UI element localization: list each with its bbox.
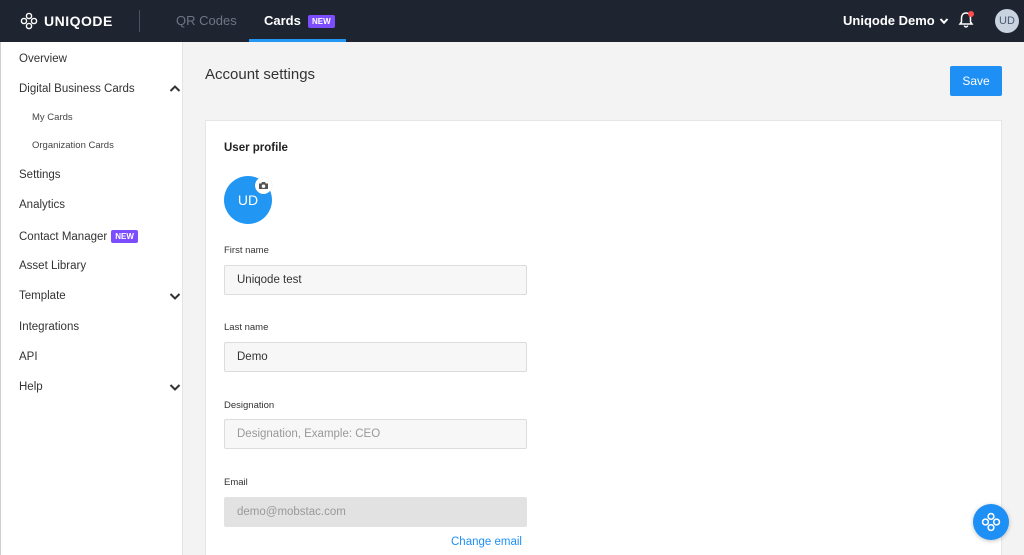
sidebar: Overview Digital Business Cards My Cards… [0, 42, 183, 555]
tab-cards[interactable]: Cards [264, 13, 301, 28]
sidebar-item-template[interactable]: Template [19, 290, 181, 302]
sidebar-item-integrations[interactable]: Integrations [19, 321, 169, 333]
chevron-up-icon [169, 85, 181, 92]
uniqode-logo-icon [981, 512, 1001, 532]
new-badge: NEW [308, 15, 335, 28]
email-label: Email [224, 477, 248, 488]
sidebar-item-overview[interactable]: Overview [19, 53, 169, 65]
active-tab-indicator [249, 39, 346, 42]
sidebar-item-label: Organization Cards [32, 140, 114, 151]
designation-label: Designation [224, 400, 275, 411]
last-name-field[interactable] [224, 342, 527, 372]
new-badge: NEW [111, 230, 138, 243]
profile-card [205, 120, 1002, 555]
sidebar-item-label: Overview [19, 53, 67, 65]
change-email-link[interactable]: Change email [451, 536, 522, 548]
sidebar-item-label: Help [19, 381, 43, 393]
chevron-down-icon [169, 384, 181, 391]
help-chat-button[interactable] [973, 504, 1009, 540]
sidebar-item-digital-business-cards[interactable]: Digital Business Cards [19, 83, 181, 95]
sidebar-item-api[interactable]: API [19, 351, 169, 363]
section-title: User profile [224, 142, 288, 154]
email-field [224, 497, 527, 527]
uniqode-logo-icon [20, 12, 38, 30]
sidebar-item-asset-library[interactable]: Asset Library [19, 260, 169, 272]
sidebar-item-label: My Cards [32, 112, 73, 123]
chevron-down-icon [939, 17, 948, 24]
tab-qr-codes[interactable]: QR Codes [176, 13, 237, 28]
sidebar-item-contact-manager[interactable]: Contact Manager NEW [19, 230, 169, 243]
avatar[interactable]: UD [995, 9, 1019, 33]
sidebar-item-settings[interactable]: Settings [19, 169, 169, 181]
camera-icon[interactable] [255, 177, 272, 194]
divider [139, 10, 140, 32]
chevron-down-icon [169, 293, 181, 300]
sidebar-item-label: Analytics [19, 199, 66, 211]
sidebar-item-label: Contact Manager [19, 230, 108, 243]
save-button[interactable]: Save [950, 66, 1002, 96]
user-menu-label: Uniqode Demo [843, 13, 935, 28]
sidebar-item-label: Asset Library [19, 260, 87, 272]
sidebar-item-label: Integrations [19, 321, 80, 333]
first-name-field[interactable] [224, 265, 527, 295]
sidebar-item-label: Template [19, 290, 66, 302]
top-navigation-bar: UNIQODE QR Codes Cards NEW Uniqode Demo … [0, 0, 1024, 42]
notification-dot [968, 11, 974, 17]
sidebar-item-my-cards[interactable]: My Cards [32, 112, 182, 123]
brand-name: UNIQODE [44, 13, 113, 29]
first-name-label: First name [224, 245, 269, 256]
last-name-label: Last name [224, 322, 269, 333]
page-title: Account settings [205, 66, 316, 83]
user-menu[interactable]: Uniqode Demo [843, 13, 949, 28]
designation-field[interactable] [224, 419, 527, 449]
sidebar-item-label: Digital Business Cards [19, 83, 135, 95]
brand-logo[interactable]: UNIQODE [20, 11, 113, 31]
sidebar-item-label: API [19, 351, 38, 363]
sidebar-item-organization-cards[interactable]: Organization Cards [32, 140, 182, 151]
sidebar-item-help[interactable]: Help [19, 381, 181, 393]
sidebar-item-label: Settings [19, 169, 61, 181]
sidebar-item-analytics[interactable]: Analytics [19, 199, 169, 211]
